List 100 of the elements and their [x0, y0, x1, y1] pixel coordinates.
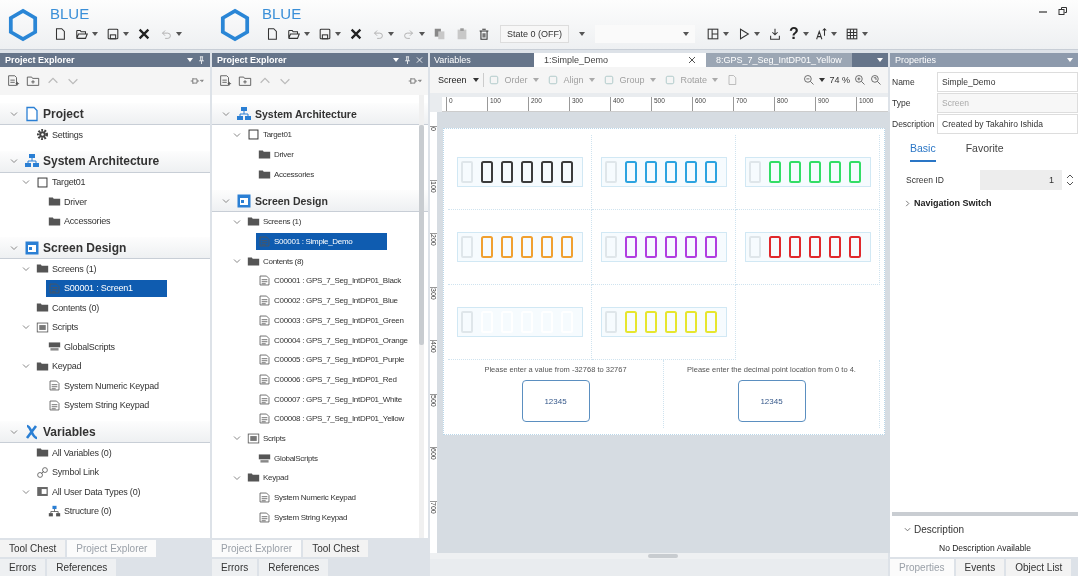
chevron-icon[interactable]	[10, 427, 18, 436]
chevron-icon[interactable]	[10, 109, 18, 118]
restore-icon[interactable]	[1058, 6, 1068, 16]
caret-icon[interactable]	[393, 58, 399, 62]
caret-icon[interactable]	[877, 58, 883, 62]
spinner-arrows-icon[interactable]	[1066, 173, 1074, 187]
panel-tab[interactable]: Object List	[1006, 559, 1072, 576]
help-button[interactable]: ?	[787, 24, 801, 43]
panel-tab[interactable]: Tool Chest	[0, 540, 66, 557]
property-field[interactable]: Created by Takahiro Ishida	[937, 113, 1078, 134]
new-item-icon[interactable]	[218, 74, 232, 88]
tree-item[interactable]: C00003 : GPS_7_Seg_IntDP01_Green	[256, 311, 406, 329]
caret-icon[interactable]	[1067, 58, 1073, 62]
group-header[interactable]: Navigation Switch	[914, 198, 992, 208]
property-tab[interactable]: Basic	[910, 142, 936, 162]
document-tab[interactable]: 1:Simple_Demo	[534, 53, 707, 67]
seven-segment-display[interactable]	[744, 232, 871, 262]
zoom-out-icon[interactable]	[803, 74, 816, 86]
seven-segment-display[interactable]	[456, 157, 583, 187]
tool-icon	[663, 74, 676, 86]
zoom-in-icon[interactable]	[854, 74, 866, 86]
chevron-icon[interactable]	[233, 130, 241, 139]
tree-item[interactable]: System String Keypad	[256, 508, 350, 526]
tree-item[interactable]: Contents (0)	[34, 299, 102, 317]
chevron-icon[interactable]	[233, 434, 241, 443]
numeric-input[interactable]: 12345	[737, 380, 806, 422]
chevron-icon[interactable]	[22, 264, 30, 273]
tree-item[interactable]: C00002 : GPS_7_Seg_IntDP01_Blue	[256, 292, 400, 310]
chevron-icon[interactable]	[233, 257, 241, 266]
close-icon[interactable]	[688, 56, 697, 64]
new-item-icon[interactable]	[6, 74, 20, 88]
tree-item[interactable]: System String Keypad	[46, 396, 152, 414]
scrollbar[interactable]	[430, 553, 888, 559]
pin-icon[interactable]	[404, 56, 411, 64]
tree-item[interactable]: Target01	[34, 173, 88, 191]
tree-item[interactable]: Settings	[34, 126, 85, 144]
tree-item[interactable]: Scripts	[34, 318, 81, 336]
property-field[interactable]: Simple_Demo	[937, 71, 1078, 92]
tree-item[interactable]: System Numeric Keypad	[256, 489, 358, 507]
scope-dropdown[interactable]: Screen	[436, 73, 469, 87]
new-folder-icon[interactable]	[238, 74, 252, 88]
tree-item[interactable]: Target01	[245, 126, 294, 144]
close-icon	[349, 26, 363, 41]
tree-item[interactable]: GlobalScripts	[46, 338, 117, 356]
tree-item[interactable]: Accessories	[46, 212, 113, 230]
tree-item[interactable]: Symbol Link	[34, 463, 101, 481]
tree-item[interactable]: Contents (8)	[245, 252, 306, 270]
chevron-icon[interactable]	[222, 109, 230, 118]
tree-item[interactable]: S00001 : Screen1	[46, 279, 167, 297]
tree-item[interactable]: All User Data Types (0)	[34, 483, 143, 501]
tree-item[interactable]: Driver	[256, 146, 296, 164]
pin-icon[interactable]	[198, 56, 205, 64]
tree-item[interactable]: C00005 : GPS_7_Seg_IntDP01_Purple	[256, 351, 407, 369]
output-tab[interactable]: References	[47, 559, 117, 576]
tree-item[interactable]: Scripts	[245, 429, 288, 447]
chevron-icon[interactable]	[233, 473, 241, 482]
tree-item[interactable]: C00008 : GPS_7_Seg_IntDP01_Yellow	[256, 410, 406, 428]
tree-item[interactable]: GlobalScripts	[256, 449, 320, 467]
output-tab[interactable]: Errors	[212, 559, 258, 576]
tree-item[interactable]: Screens (1)	[34, 260, 99, 278]
tree-item[interactable]: Screens (1)	[245, 213, 304, 231]
tree-item[interactable]: Accessories	[256, 165, 316, 183]
tree-item[interactable]: C00007 : GPS_7_Seg_IntDP01_White	[256, 390, 404, 408]
property-tab[interactable]: Favorite	[965, 142, 1004, 162]
dropdown-field[interactable]	[595, 24, 695, 43]
tree-item[interactable]: Structure (0)	[46, 502, 114, 520]
tree-item[interactable]: C00001 : GPS_7_Seg_IntDP01_Black	[256, 272, 403, 290]
chevron-icon[interactable]	[10, 243, 18, 252]
caret-icon[interactable]	[187, 58, 193, 62]
zoom-fit-icon[interactable]	[870, 74, 882, 86]
page-icon	[258, 491, 271, 505]
document-tab[interactable]: Variables	[430, 53, 534, 67]
tree-item[interactable]: Driver	[46, 193, 89, 211]
tree-item[interactable]: All Variables (0)	[34, 444, 114, 462]
chevron-icon[interactable]	[22, 487, 30, 496]
tree-item[interactable]: C00004 : GPS_7_Seg_IntDP01_Orange	[256, 331, 410, 349]
tree-item[interactable]: System Numeric Keypad	[46, 377, 161, 395]
tree-item[interactable]: C00006 : GPS_7_Seg_IntDP01_Red	[256, 370, 399, 388]
panel-tab[interactable]: Events	[955, 559, 1005, 576]
panel-tab[interactable]: Tool Chest	[303, 540, 369, 557]
chevron-icon[interactable]	[22, 323, 30, 332]
new-folder-icon[interactable]	[26, 74, 40, 88]
chevron-icon[interactable]	[904, 526, 911, 533]
scrollbar[interactable]	[419, 95, 424, 538]
chevron-icon[interactable]	[22, 362, 30, 371]
number-spinner[interactable]: 1	[980, 170, 1062, 190]
chevron-icon[interactable]	[22, 178, 30, 187]
document-icon[interactable]	[726, 74, 739, 86]
chevron-icon[interactable]	[233, 217, 241, 226]
output-tab[interactable]: References	[259, 559, 329, 576]
chevron-icon[interactable]	[904, 199, 911, 207]
chevron-icon[interactable]	[222, 196, 230, 205]
chevron-icon[interactable]	[10, 157, 18, 165]
output-tab[interactable]: Errors	[0, 559, 46, 576]
numeric-input[interactable]: 12345	[521, 380, 590, 422]
tree-item[interactable]: S00001 : Simple_Demo	[256, 233, 387, 251]
tree-item[interactable]: Keypad	[34, 357, 84, 375]
section-header[interactable]: Description	[914, 524, 965, 535]
tree-item[interactable]: Keypad	[245, 469, 291, 487]
state-dropdown[interactable]: State 0 (OFF)	[500, 24, 569, 43]
